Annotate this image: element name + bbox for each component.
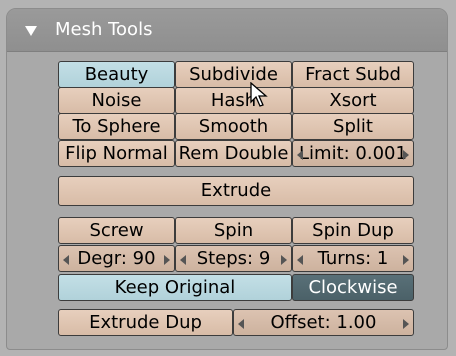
increment-arrow-icon[interactable] (281, 255, 287, 265)
panel-header[interactable]: Mesh Tools (7, 9, 447, 52)
split-button[interactable]: Split (292, 113, 414, 140)
screw-button[interactable]: Screw (58, 217, 175, 244)
collapse-triangle-icon[interactable] (25, 26, 37, 36)
rem-double-button[interactable]: Rem Double (175, 140, 292, 167)
subdivide-button[interactable]: Subdivide (175, 61, 292, 88)
beauty-toggle[interactable]: Beauty (58, 61, 175, 88)
to-sphere-button[interactable]: To Sphere (58, 113, 175, 140)
keep-original-toggle[interactable]: Keep Original (58, 274, 292, 301)
fract-subd-button[interactable]: Fract Subd (292, 61, 414, 88)
steps-number-field[interactable]: Steps: 9 (175, 245, 292, 272)
limit-number-field[interactable]: Limit: 0.001 (292, 140, 414, 167)
offset-value: Offset: 1.00 (270, 312, 377, 333)
mouse-cursor-icon (250, 82, 268, 107)
decrement-arrow-icon[interactable] (297, 255, 303, 265)
decrement-arrow-icon[interactable] (180, 255, 186, 265)
noise-button[interactable]: Noise (58, 87, 175, 114)
turns-number-field[interactable]: Turns: 1 (292, 245, 414, 272)
decrement-arrow-icon[interactable] (63, 255, 69, 265)
increment-arrow-icon[interactable] (403, 319, 409, 329)
turns-value: Turns: 1 (317, 248, 389, 269)
panel-title: Mesh Tools (55, 19, 153, 40)
xsort-button[interactable]: Xsort (292, 87, 414, 114)
increment-arrow-icon[interactable] (403, 150, 409, 160)
extrude-button[interactable]: Extrude (58, 176, 414, 206)
hash-button[interactable]: Hash (175, 87, 292, 114)
extrude-dup-button[interactable]: Extrude Dup (58, 309, 233, 336)
clockwise-toggle[interactable]: Clockwise (292, 274, 414, 301)
increment-arrow-icon[interactable] (403, 255, 409, 265)
limit-value: Limit: 0.001 (299, 143, 407, 164)
increment-arrow-icon[interactable] (164, 255, 170, 265)
spin-dup-button[interactable]: Spin Dup (292, 217, 414, 244)
degr-value: Degr: 90 (77, 248, 156, 269)
steps-value: Steps: 9 (196, 248, 271, 269)
smooth-button[interactable]: Smooth (175, 113, 292, 140)
spin-button[interactable]: Spin (175, 217, 292, 244)
flip-normal-button[interactable]: Flip Normal (58, 140, 175, 167)
offset-number-field[interactable]: Offset: 1.00 (233, 309, 414, 336)
decrement-arrow-icon[interactable] (297, 150, 303, 160)
degr-number-field[interactable]: Degr: 90 (58, 245, 175, 272)
decrement-arrow-icon[interactable] (238, 319, 244, 329)
